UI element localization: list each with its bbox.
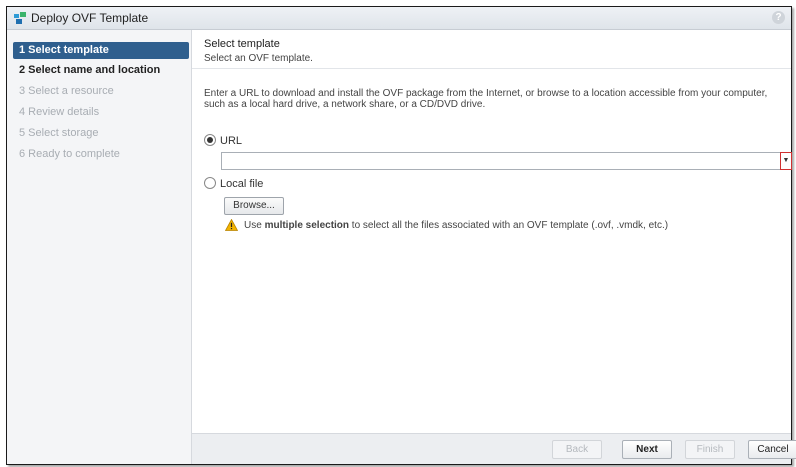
chevron-down-icon[interactable]: ▼ — [780, 152, 792, 170]
page-title: Select template — [204, 38, 280, 50]
multiple-selection-hint: Use multiple selection to select all the… — [225, 219, 668, 231]
url-radio[interactable] — [204, 134, 216, 146]
content-header: Select template Select an OVF template. — [192, 30, 791, 69]
hint-bold: multiple selection — [264, 220, 350, 231]
step-select-name-location[interactable]: 2 Select name and location — [13, 62, 189, 79]
wizard-steps-sidebar: 1 Select template 2 Select name and loca… — [7, 30, 192, 464]
next-button[interactable]: Next — [622, 440, 672, 459]
step-select-template[interactable]: 1 Select template — [13, 42, 189, 59]
cancel-button[interactable]: Cancel — [748, 440, 796, 459]
hint-suffix: to select all the files associated with … — [349, 220, 669, 231]
local-file-option[interactable]: Local file — [204, 177, 263, 190]
step-ready-to-complete: 6 Ready to complete — [19, 148, 120, 160]
step-review-details: 4 Review details — [19, 106, 100, 118]
deploy-ovf-dialog: Deploy OVF Template ? 1 Select template … — [6, 6, 796, 465]
page-subtitle: Select an OVF template. — [204, 53, 313, 64]
step-select-storage: 5 Select storage — [19, 127, 99, 139]
title-bar[interactable]: Deploy OVF Template ? — [7, 7, 791, 30]
instructions-text: Enter a URL to download and install the … — [204, 88, 768, 110]
local-file-radio[interactable] — [204, 177, 216, 189]
hint-prefix: Use — [244, 220, 265, 231]
wizard-content: Select template Select an OVF template. … — [192, 30, 792, 434]
finish-button: Finish — [685, 440, 735, 459]
back-button: Back — [552, 440, 602, 459]
help-icon[interactable]: ? — [772, 11, 785, 24]
dialog-title: Deploy OVF Template — [31, 11, 149, 25]
url-radio-label: URL — [220, 135, 243, 147]
local-file-radio-label: Local file — [220, 178, 264, 190]
wizard-footer: Back Next Finish Cancel — [192, 433, 796, 464]
vm-template-icon — [14, 12, 26, 24]
url-option[interactable]: URL — [204, 134, 242, 147]
warning-icon — [225, 219, 238, 231]
step-select-resource: 3 Select a resource — [19, 85, 114, 97]
url-input[interactable] — [221, 152, 782, 170]
browse-button[interactable]: Browse... — [224, 197, 284, 215]
